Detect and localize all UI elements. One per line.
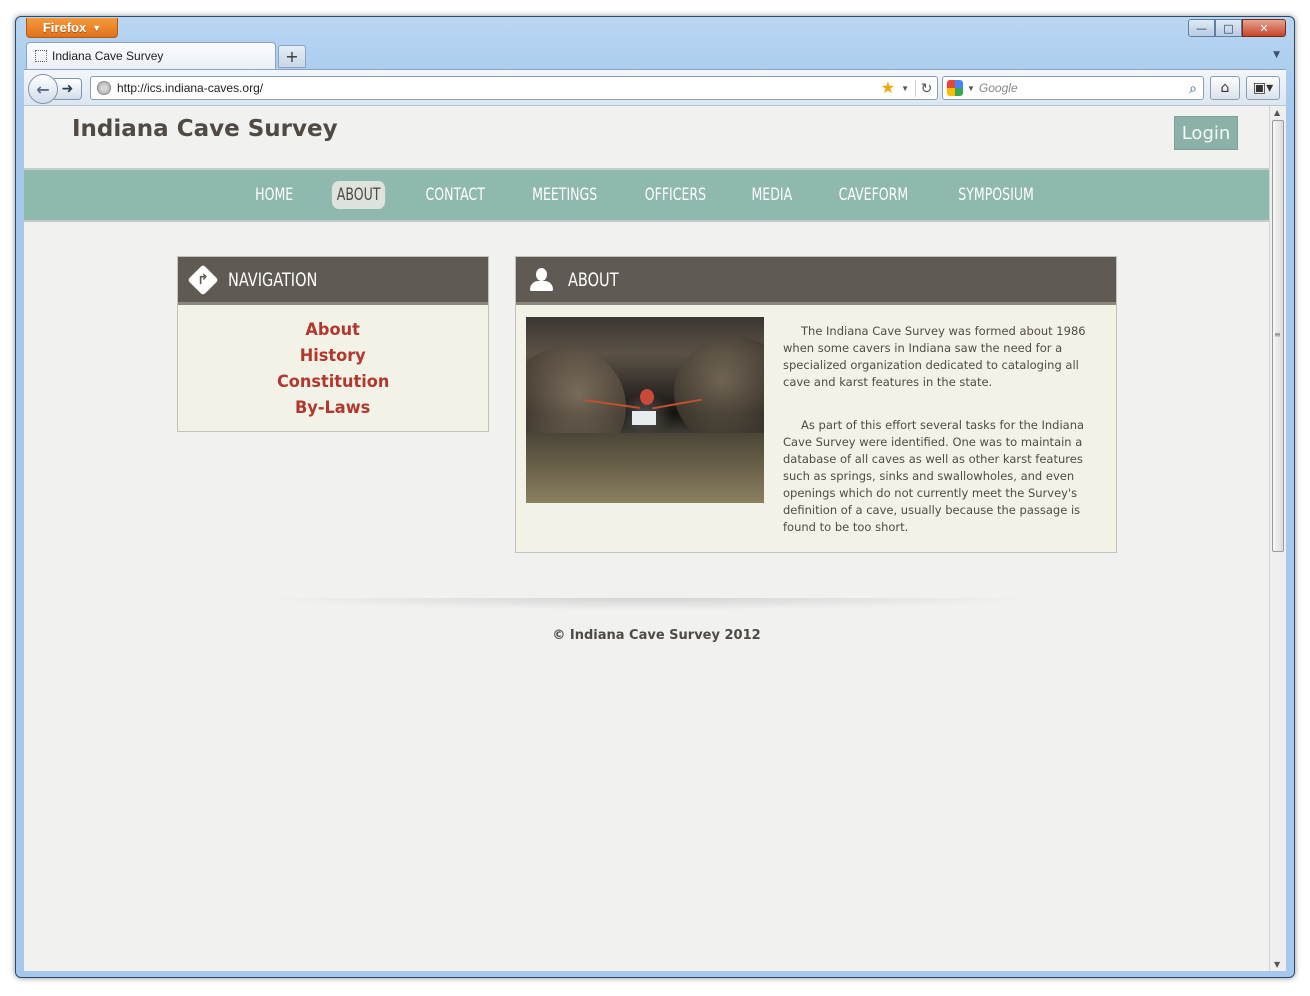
nav-caveform[interactable]: CAVEFORM xyxy=(834,181,913,209)
user-icon xyxy=(528,267,554,292)
back-button[interactable]: ← xyxy=(28,74,58,104)
navigation-panel-title: NAVIGATION xyxy=(228,268,318,291)
directions-icon: ↱ xyxy=(187,263,219,296)
google-icon[interactable] xyxy=(947,80,963,96)
chevron-down-icon: ▼ xyxy=(92,22,102,33)
minimize-button[interactable]: — xyxy=(1188,19,1215,37)
arrow-left-icon: ← xyxy=(36,79,50,99)
browser-window: Firefox ▼ — □ ✕ Indiana Cave Survey + ▼ … xyxy=(15,16,1295,978)
link-constitution[interactable]: Constitution xyxy=(277,369,389,395)
tab-bar: Indiana Cave Survey + ▼ xyxy=(26,42,1284,69)
page-icon xyxy=(35,50,47,62)
nav-media[interactable]: MEDIA xyxy=(747,181,798,209)
main-nav: HOME ABOUT CONTACT MEETINGS OFFICERS MED… xyxy=(24,168,1269,222)
globe-icon xyxy=(97,81,111,95)
navigation-toolbar: ➜ ← http://ics.indiana-caves.org/ ★ ▼ ↻ … xyxy=(24,69,1286,105)
home-icon: ⌂ xyxy=(1220,80,1230,96)
navigation-links: About History Constitution By-Laws xyxy=(178,305,488,421)
tab-title: Indiana Cave Survey xyxy=(52,49,164,63)
link-history[interactable]: History xyxy=(300,343,366,369)
nav-about[interactable]: ABOUT xyxy=(331,181,385,209)
bookmark-star-icon[interactable]: ★ xyxy=(881,78,895,98)
address-bar[interactable]: http://ics.indiana-caves.org/ ★ ▼ ↻ xyxy=(90,76,938,100)
firefox-menu-button[interactable]: Firefox ▼ xyxy=(26,18,118,38)
nav-home[interactable]: HOME xyxy=(250,181,298,209)
search-bar[interactable]: ▼ Google ⌕ xyxy=(942,76,1204,100)
home-button[interactable]: ⌂ xyxy=(1210,76,1240,100)
history-dropdown-icon[interactable]: ▼ xyxy=(901,84,909,93)
window-controls: — □ ✕ xyxy=(1188,19,1286,37)
new-tab-button[interactable]: + xyxy=(278,45,306,68)
page-viewport: Indiana Cave Survey Login HOME ABOUT CON… xyxy=(24,105,1286,971)
link-about[interactable]: About xyxy=(306,317,360,343)
about-panel: ABOUT The Indiana Cave Survey was formed… xyxy=(515,256,1117,553)
about-panel-title: ABOUT xyxy=(568,268,619,291)
search-icon[interactable]: ⌕ xyxy=(1189,80,1203,97)
about-text: The Indiana Cave Survey was formed about… xyxy=(783,323,1099,562)
nav-symposium[interactable]: SYMPOSIUM xyxy=(953,181,1038,209)
forward-button[interactable]: ➜ xyxy=(54,78,82,100)
footer-copyright: © Indiana Cave Survey 2012 xyxy=(552,628,761,643)
link-by-laws[interactable]: By-Laws xyxy=(295,395,370,421)
bookmarks-menu-button[interactable]: ▣▾ xyxy=(1246,76,1280,100)
firefox-menu-label: Firefox xyxy=(42,20,87,35)
scroll-grip-icon: ≡ xyxy=(1274,330,1281,339)
url-text[interactable]: http://ics.indiana-caves.org/ xyxy=(117,81,875,95)
navigation-panel-header: ↱ NAVIGATION xyxy=(178,257,488,305)
nav-officers[interactable]: OFFICERS xyxy=(640,181,711,209)
scroll-up-icon[interactable]: ▲ xyxy=(1274,108,1280,117)
about-paragraph-1: The Indiana Cave Survey was formed about… xyxy=(783,324,1086,389)
navigation-panel: ↱ NAVIGATION About History Constitution … xyxy=(177,256,489,432)
vertical-scrollbar[interactable]: ▲ ≡ ▼ xyxy=(1269,106,1286,971)
tab-list-icon[interactable]: ▼ xyxy=(1273,50,1280,60)
close-button[interactable]: ✕ xyxy=(1242,19,1286,37)
maximize-button[interactable]: □ xyxy=(1215,19,1242,37)
back-forward-group: ➜ ← xyxy=(28,74,82,104)
engine-dropdown-icon[interactable]: ▼ xyxy=(967,84,975,93)
site-title[interactable]: Indiana Cave Survey xyxy=(72,116,338,142)
bookmarks-icon: ▣▾ xyxy=(1252,80,1274,96)
browser-tab[interactable]: Indiana Cave Survey xyxy=(26,42,276,69)
arrow-right-icon: ➜ xyxy=(61,81,74,97)
about-paragraph-2: As part of this effort several tasks for… xyxy=(783,418,1085,534)
scroll-down-icon[interactable]: ▼ xyxy=(1274,960,1280,969)
nav-meetings[interactable]: MEETINGS xyxy=(527,181,602,209)
footer-divider xyxy=(254,598,1044,610)
search-input[interactable]: Google xyxy=(979,81,1185,95)
cave-photo xyxy=(526,317,764,503)
nav-contact[interactable]: CONTACT xyxy=(420,181,489,209)
reload-icon[interactable]: ↻ xyxy=(915,79,937,97)
login-button[interactable]: Login xyxy=(1174,116,1238,150)
about-panel-header: ABOUT xyxy=(516,257,1116,305)
